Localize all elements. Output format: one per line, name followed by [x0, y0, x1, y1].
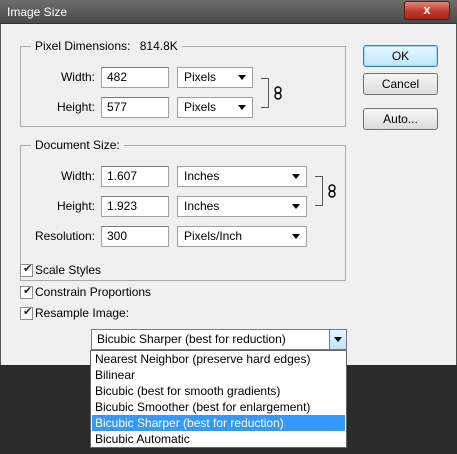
- scale-styles-label: Scale Styles: [35, 263, 102, 277]
- doc-height-input[interactable]: 1.923: [101, 196, 169, 217]
- dropdown-button[interactable]: [329, 330, 346, 349]
- cancel-button[interactable]: Cancel: [363, 73, 438, 95]
- list-item[interactable]: Bicubic (best for smooth gradients): [92, 383, 345, 399]
- resample-method-list: Nearest Neighbor (preserve hard edges) B…: [90, 350, 347, 448]
- chevron-down-icon: [292, 204, 300, 209]
- constrain-proportions-label: Constrain Proportions: [35, 285, 152, 299]
- pixel-width-input[interactable]: 482: [101, 67, 169, 88]
- title-bar: Image Size x: [0, 0, 457, 24]
- chain-link-icon: [328, 184, 336, 198]
- resolution-unit-select[interactable]: Pixels/Inch: [177, 226, 307, 247]
- pixel-height-label: Height:: [56, 100, 95, 114]
- chain-link-icon: [274, 86, 282, 100]
- pixel-width-unit-value: Pixels: [184, 70, 217, 84]
- resample-method-value: Bicubic Sharper (best for reduction): [97, 332, 286, 346]
- chevron-down-icon: [238, 105, 246, 110]
- close-button[interactable]: x: [404, 1, 450, 20]
- scale-styles-checkbox[interactable]: ✔: [20, 263, 33, 277]
- doc-height-label: Height:: [56, 199, 95, 213]
- pixel-width-unit-select[interactable]: Pixels: [177, 67, 253, 88]
- pixel-width-label: Width:: [60, 70, 95, 84]
- list-item[interactable]: Bicubic Automatic: [92, 431, 345, 447]
- resolution-unit-value: Pixels/Inch: [184, 229, 243, 243]
- pixel-link-bracket: [261, 78, 269, 108]
- resolution-input[interactable]: 300: [101, 226, 169, 247]
- ok-button[interactable]: OK: [363, 45, 438, 67]
- checkmark-icon: ✔: [23, 285, 33, 297]
- doc-width-label: Width:: [60, 169, 95, 183]
- auto-button[interactable]: Auto...: [363, 108, 438, 130]
- pixel-height-unit-select[interactable]: Pixels: [177, 97, 253, 118]
- chevron-down-icon: [334, 337, 342, 342]
- pixel-dimensions-size: 814.8K: [139, 39, 178, 53]
- doc-height-unit-value: Inches: [184, 199, 220, 213]
- document-link-bracket: [315, 176, 323, 206]
- constrain-proportions-checkbox[interactable]: ✔: [20, 285, 33, 299]
- resample-image-checkbox[interactable]: ✔: [20, 306, 33, 320]
- checkmark-icon: ✔: [23, 263, 33, 275]
- checkmark-icon: ✔: [23, 306, 33, 318]
- chevron-down-icon: [238, 75, 246, 80]
- resample-method-select[interactable]: Bicubic Sharper (best for reduction): [91, 329, 347, 350]
- image-size-dialog: Pixel Dimensions: 814.8K Width: 482 Pixe…: [0, 24, 457, 365]
- close-icon: x: [423, 2, 431, 17]
- pixel-dimensions-legend: Pixel Dimensions: 814.8K: [31, 39, 182, 53]
- list-item[interactable]: Bicubic Smoother (best for enlargement): [92, 399, 345, 415]
- list-item[interactable]: Bilinear: [92, 367, 345, 383]
- chevron-down-icon: [292, 234, 300, 239]
- pixel-height-input[interactable]: 577: [101, 97, 169, 118]
- doc-width-unit-value: Inches: [184, 169, 220, 183]
- pixel-height-unit-value: Pixels: [184, 100, 217, 114]
- list-item[interactable]: Nearest Neighbor (preserve hard edges): [92, 351, 345, 367]
- list-item-selected[interactable]: Bicubic Sharper (best for reduction): [92, 415, 345, 431]
- doc-height-unit-select[interactable]: Inches: [177, 196, 307, 217]
- resolution-label: Resolution:: [34, 229, 95, 243]
- doc-width-unit-select[interactable]: Inches: [177, 166, 307, 187]
- resample-image-label: Resample Image:: [35, 306, 130, 320]
- chevron-down-icon: [292, 174, 300, 179]
- document-size-legend: Document Size:: [31, 138, 124, 152]
- window-title: Image Size: [7, 5, 68, 19]
- doc-width-input[interactable]: 1.607: [101, 166, 169, 187]
